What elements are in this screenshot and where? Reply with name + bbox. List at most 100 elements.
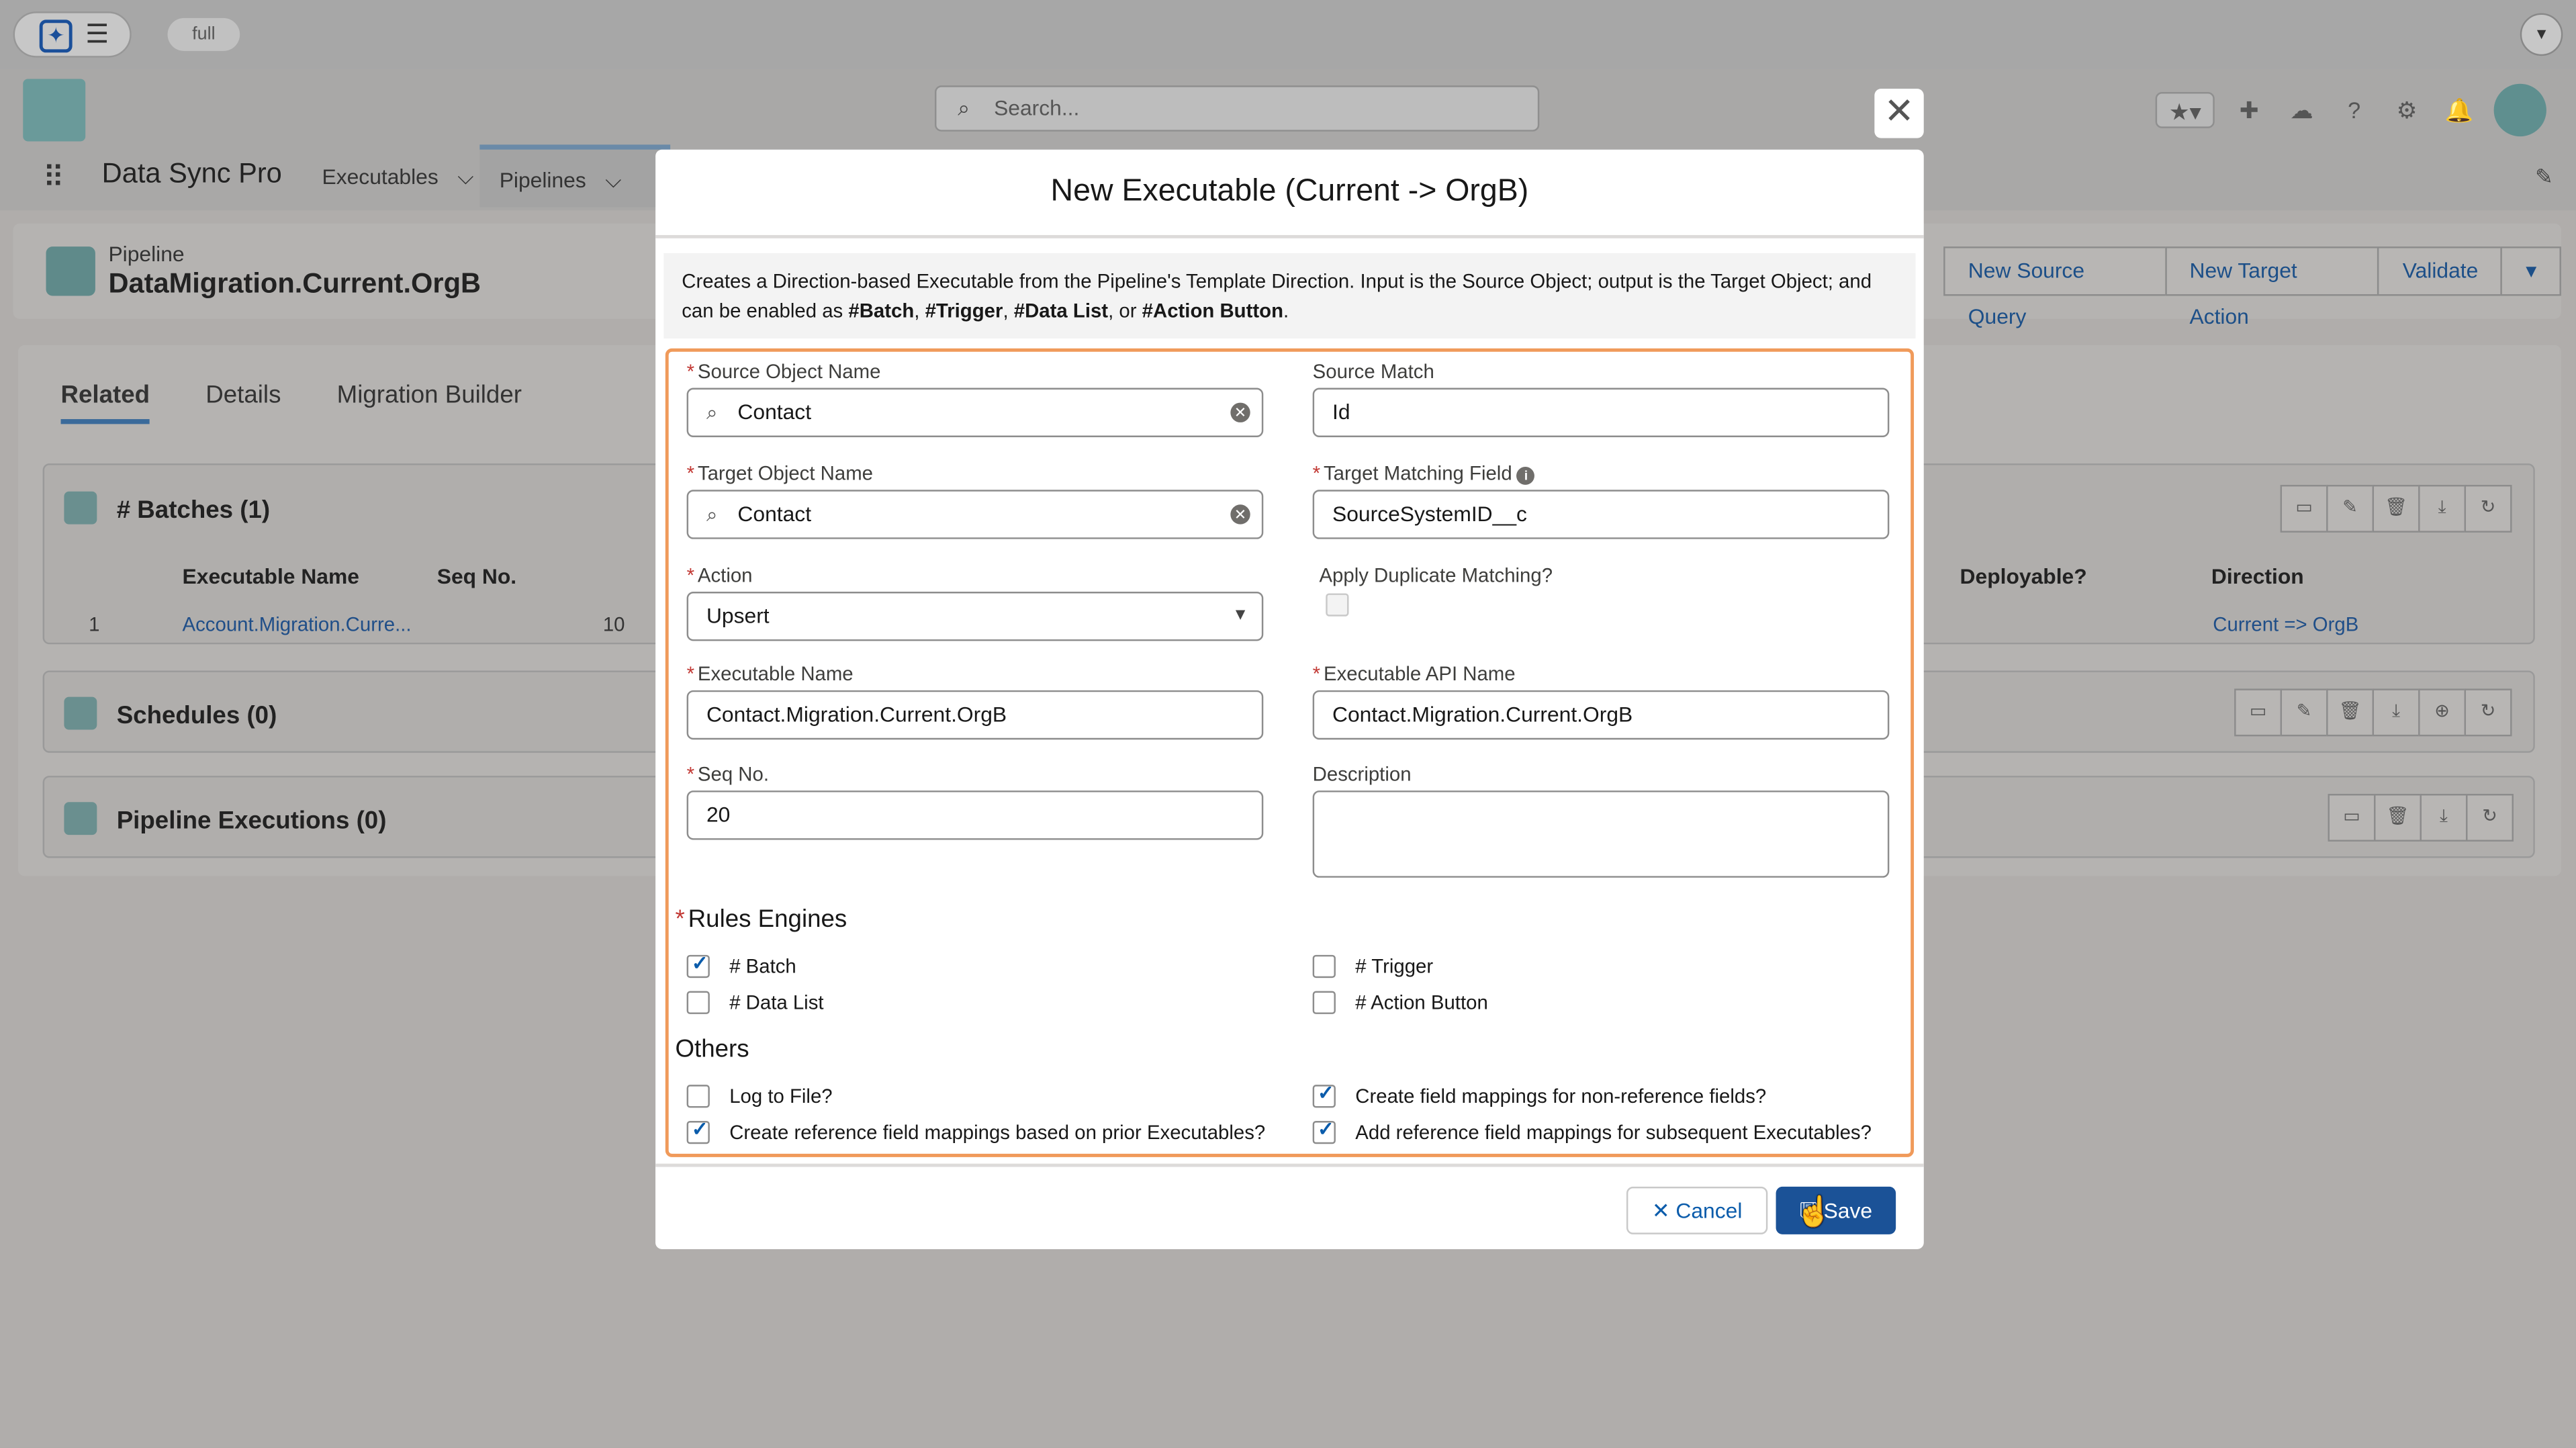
apply-duplicate-checkbox[interactable] — [1326, 593, 1349, 617]
new-executable-modal: New Executable (Current -> OrgB) Creates… — [655, 149, 1924, 1249]
modal-footer: ✕ Cancel 🖫 Save — [655, 1163, 1924, 1249]
record-actions: New Source Query New Target Action Valid… — [1943, 246, 2561, 328]
save-button[interactable]: 🖫 Save — [1776, 1186, 1896, 1234]
edit-icon[interactable]: ✎ — [2326, 484, 2375, 533]
download-icon[interactable]: ⤓ — [2418, 484, 2467, 533]
field-label: * Action — [686, 563, 753, 587]
desc-action: #Action Button — [1142, 299, 1284, 322]
clear-icon[interactable]: ✕ — [1230, 504, 1250, 525]
new-source-query-button[interactable]: New Source Query — [1943, 246, 2167, 328]
field-label: * Seq No. — [686, 762, 769, 786]
top-bar: ✦ ☰ full ▾ — [0, 0, 2576, 69]
column-header-direction[interactable]: Direction — [2211, 563, 2304, 588]
non-reference-mappings-checkbox[interactable]: Create field mappings for non-reference … — [1312, 1081, 1767, 1111]
schedules-icon — [64, 696, 97, 730]
column-header-seq-no[interactable]: Seq No. — [437, 563, 516, 588]
executable-api-name-input[interactable]: Contact.Migration.Current.OrgB — [1312, 690, 1890, 740]
refresh-icon[interactable]: ↻ — [2466, 793, 2514, 842]
edit-icon[interactable]: ✎ — [2280, 688, 2328, 737]
prior-reference-mappings-checkbox[interactable]: Create reference field mappings based on… — [686, 1118, 1265, 1147]
checkbox-label: Create field mappings for non-reference … — [1355, 1085, 1767, 1108]
others-heading: Others — [675, 1035, 749, 1064]
batch-checkbox[interactable]: # Batch — [686, 952, 796, 981]
nav-item-pipelines[interactable]: Pipelines ⌵ — [479, 144, 671, 208]
field-value: Contact — [737, 501, 812, 527]
rules-engines-heading: * Rules Engines — [675, 905, 847, 934]
download-icon[interactable]: ⤓ — [2372, 688, 2420, 737]
header-icons: ★▾ ✚ ☁ ? ⚙ 🔔 — [2155, 83, 2546, 137]
table-view-icon[interactable]: ▭ — [2328, 793, 2376, 842]
chevron-down-icon[interactable]: ⌵ — [605, 168, 621, 193]
gear-icon[interactable]: ⚙ — [2389, 92, 2425, 128]
bell-icon[interactable]: 🔔 — [2441, 92, 2477, 128]
tab-related[interactable]: Related — [60, 381, 150, 424]
screen: ✦ ☰ full ▾ ⌕ Search... ★▾ ✚ ☁ ? ⚙ 🔔 ⠿ Da… — [0, 0, 2576, 1448]
action-button-checkbox[interactable]: # Action Button — [1312, 988, 1488, 1017]
checkbox-label: Log to File? — [729, 1085, 833, 1108]
nav-item-executables[interactable]: Executables ⌵ — [322, 165, 473, 191]
close-icon: ✕ — [1651, 1198, 1670, 1223]
column-header-executable-name[interactable]: Executable Name — [183, 563, 359, 588]
executable-name-input[interactable]: Contact.Migration.Current.OrgB — [686, 690, 1264, 740]
apply-duplicate-field: Apply Duplicate Matching? — [1319, 562, 1553, 617]
help-icon[interactable]: ? — [2336, 92, 2373, 128]
cancel-button[interactable]: ✕ Cancel — [1626, 1186, 1768, 1234]
field-value: Contact — [737, 399, 812, 424]
seq-no-input[interactable]: 20 — [686, 790, 1264, 840]
desc-or: , or — [1108, 299, 1142, 322]
target-object-field: * Target Object Name ⌕ Contact ✕ — [686, 460, 1264, 539]
table-view-icon[interactable]: ▭ — [2234, 688, 2283, 737]
source-object-input[interactable]: ⌕ Contact ✕ — [686, 388, 1264, 437]
delete-icon[interactable]: 🗑 — [2374, 793, 2422, 842]
chevron-down-icon[interactable]: ▾ — [2520, 13, 2563, 56]
target-object-input[interactable]: ⌕ Contact ✕ — [686, 490, 1264, 539]
tab-migration-builder[interactable]: Migration Builder — [337, 381, 522, 424]
record-type: Pipeline — [108, 241, 185, 267]
delete-icon[interactable]: 🗑 — [2326, 688, 2375, 737]
download-icon[interactable]: ⤓ — [2420, 793, 2468, 842]
avatar[interactable] — [2493, 83, 2546, 137]
desc-trigger: #Trigger — [925, 299, 1003, 322]
checkbox-label: # Trigger — [1355, 954, 1434, 979]
table-view-icon[interactable]: ▭ — [2280, 484, 2328, 533]
close-icon[interactable]: ✕ — [1874, 89, 1924, 138]
nav-item-label: Pipelines — [499, 167, 586, 193]
info-icon[interactable]: i — [1517, 467, 1535, 485]
refresh-icon[interactable]: ↻ — [2464, 484, 2512, 533]
target-matching-input[interactable]: SourceSystemID__c — [1312, 490, 1890, 539]
delete-icon[interactable]: 🗑 — [2372, 484, 2420, 533]
search-placeholder: Search... — [994, 95, 1080, 120]
action-select[interactable]: Upsert ▼ — [686, 591, 1264, 641]
validate-button[interactable]: Validate — [2378, 246, 2503, 296]
executable-link[interactable]: Account.Migration.Curre... — [183, 613, 412, 636]
edit-nav-icon[interactable]: ✎ — [2535, 165, 2553, 191]
cloud-icon[interactable]: ☁ — [2283, 92, 2319, 128]
add-icon[interactable]: ⊕ — [2418, 688, 2467, 737]
new-target-action-button[interactable]: New Target Action — [2164, 246, 2380, 328]
source-match-input[interactable]: Id — [1312, 388, 1890, 437]
tab-details[interactable]: Details — [205, 381, 281, 424]
desc-end: . — [1283, 299, 1289, 322]
column-header-deployable[interactable]: Deployable? — [1960, 563, 2087, 588]
log-to-file-checkbox[interactable]: Log to File? — [686, 1081, 833, 1111]
subsequent-reference-mappings-checkbox[interactable]: Add reference field mappings for subsequ… — [1312, 1118, 1872, 1147]
seq-value: 10 — [602, 613, 625, 637]
more-actions-button[interactable]: ▾ — [2501, 246, 2561, 296]
checkbox-box — [1312, 991, 1336, 1014]
data-list-checkbox[interactable]: # Data List — [686, 988, 824, 1017]
direction-link[interactable]: Current => OrgB — [2213, 613, 2358, 636]
checkbox-box — [686, 991, 710, 1014]
clear-icon[interactable]: ✕ — [1230, 402, 1250, 422]
chevron-down-icon[interactable]: ⌵ — [457, 165, 473, 189]
launcher-pill[interactable]: ✦ ☰ — [13, 11, 132, 58]
favorites-icon[interactable]: ★▾ — [2155, 92, 2215, 128]
field-label: * Source Object Name — [686, 359, 881, 383]
app-launcher-icon[interactable]: ⠿ — [43, 161, 64, 195]
description-textarea[interactable] — [1312, 790, 1890, 878]
checkbox-label: # Action Button — [1355, 991, 1488, 1014]
global-search-input[interactable]: ⌕ Search... — [935, 85, 1540, 132]
refresh-icon[interactable]: ↻ — [2464, 688, 2512, 737]
trigger-checkbox[interactable]: # Trigger — [1312, 952, 1434, 981]
executable-api-name-field: * Executable API Name Contact.Migration.C… — [1312, 661, 1890, 740]
add-icon[interactable]: ✚ — [2231, 92, 2267, 128]
